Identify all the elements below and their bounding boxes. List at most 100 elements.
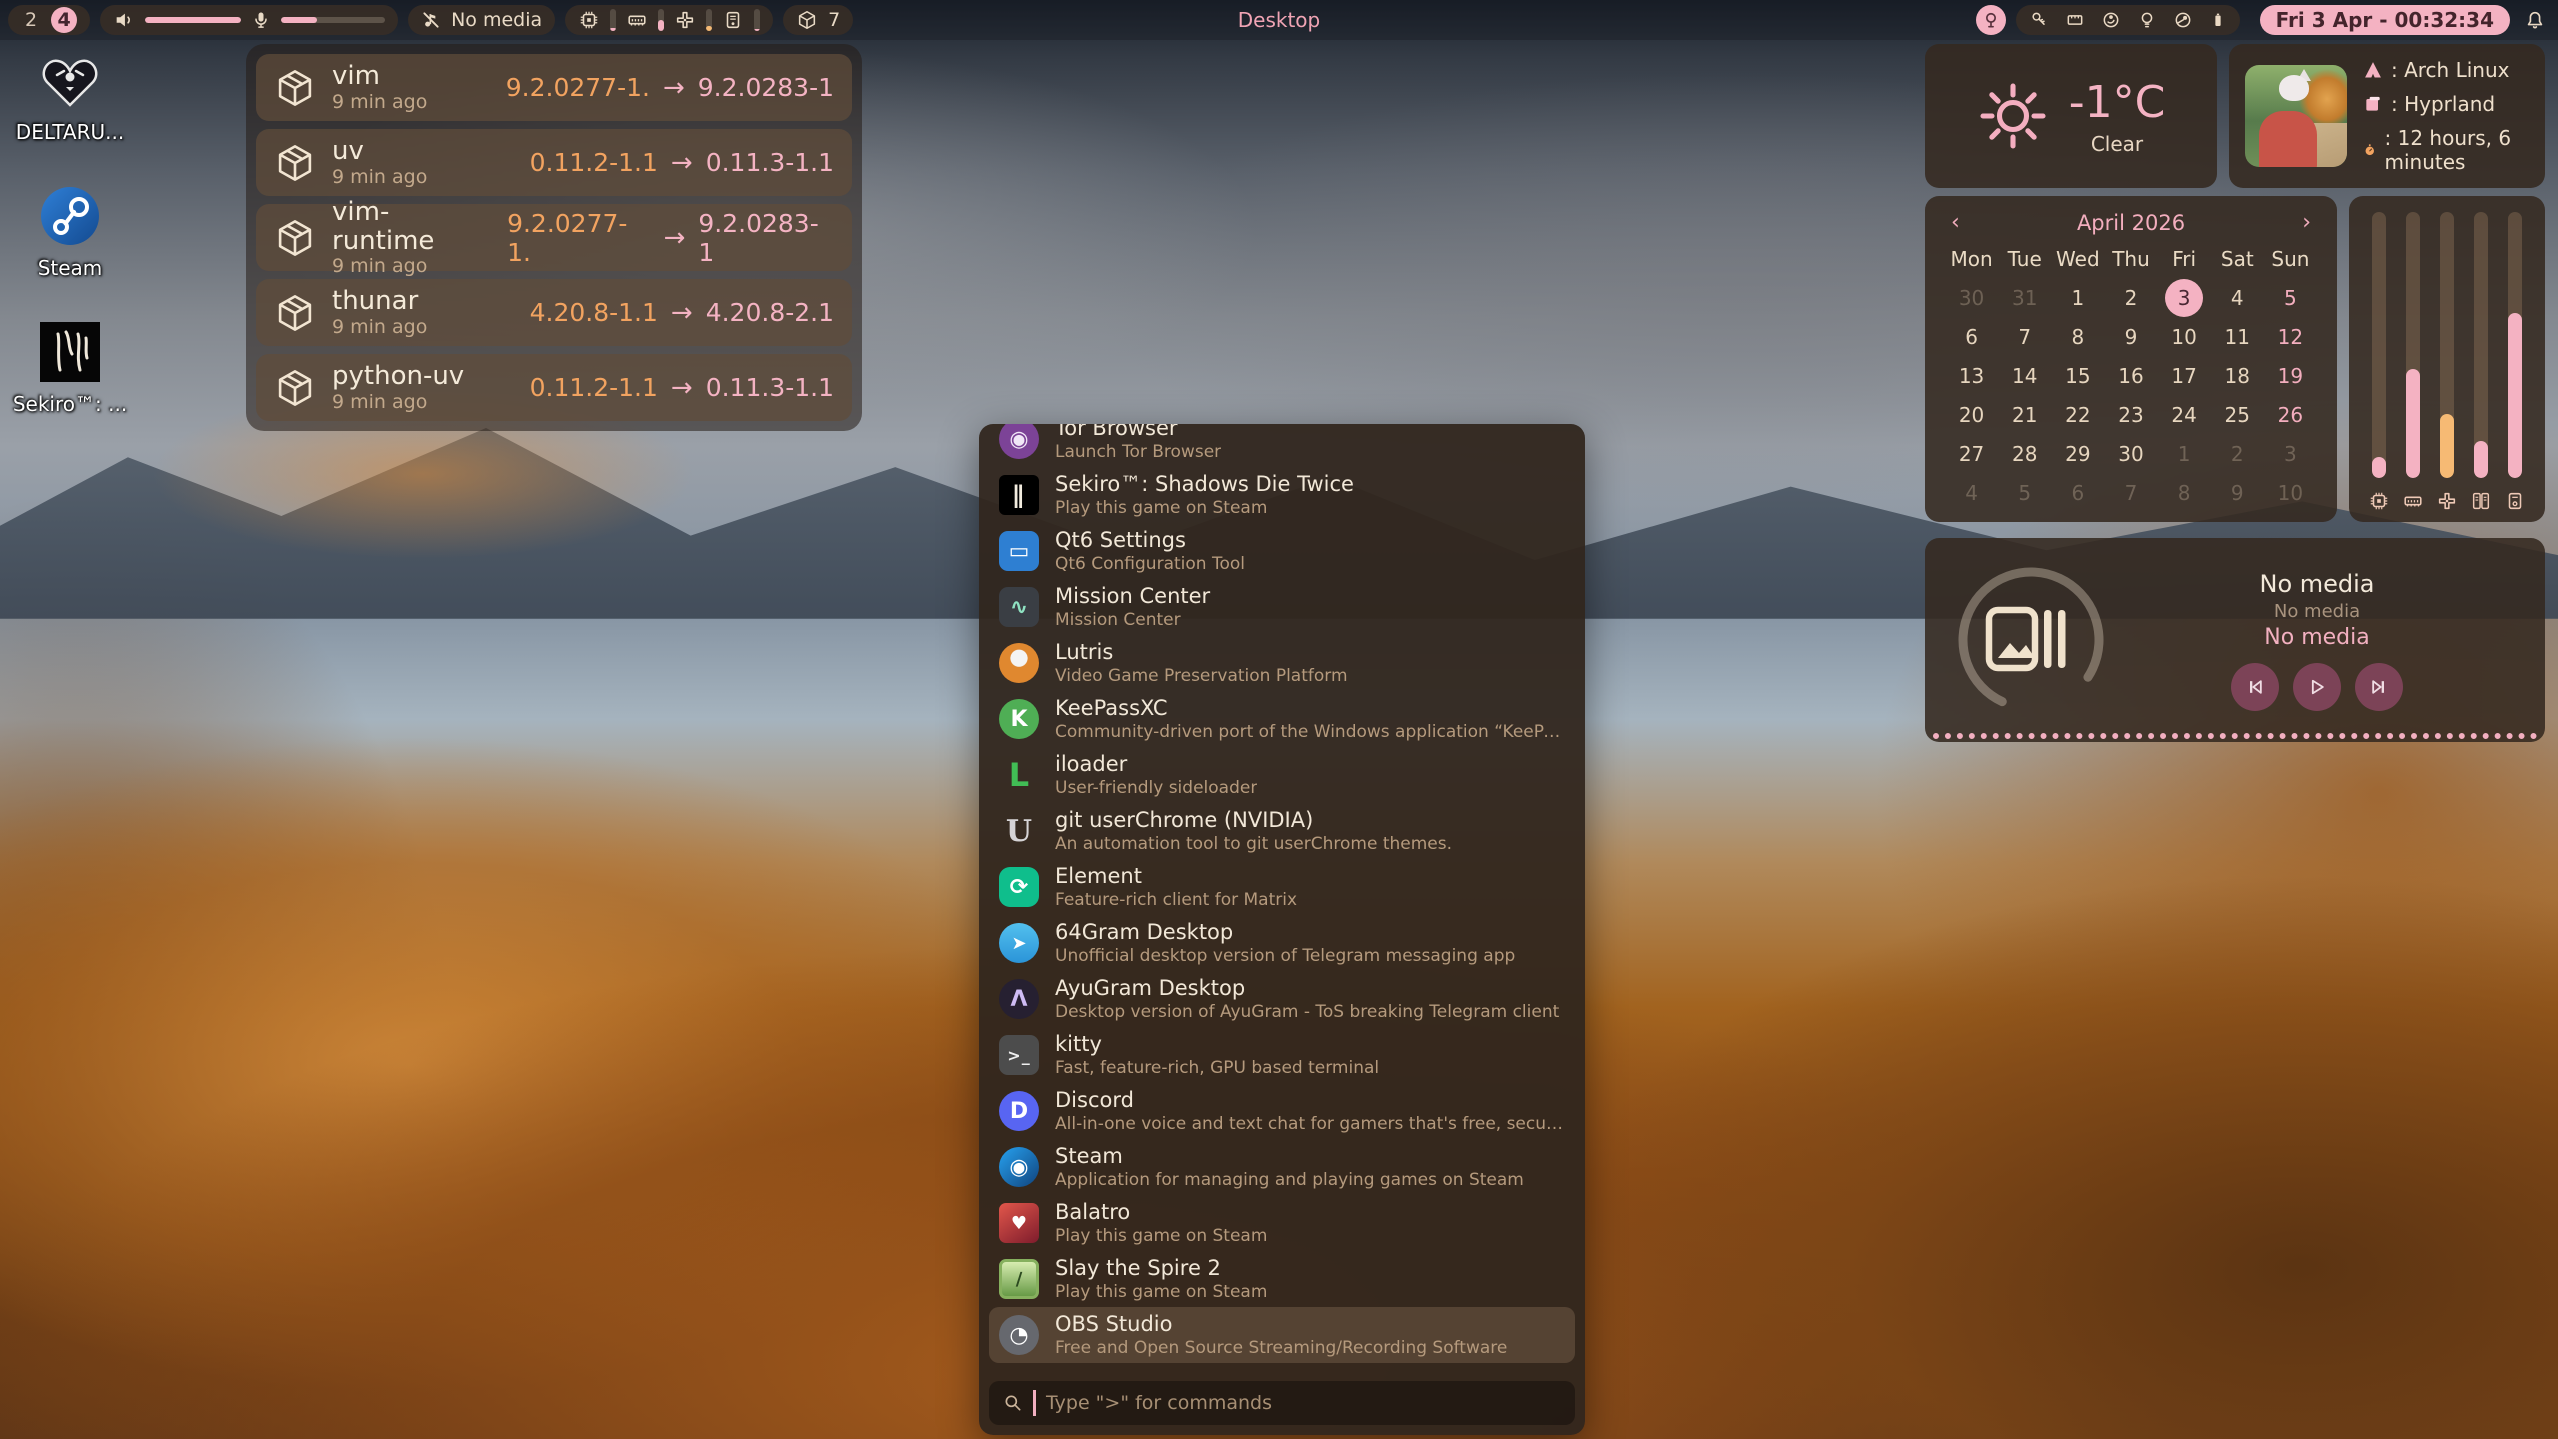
desktop-icon-sekiro[interactable]: Sekiro™: ... [14,320,126,416]
launcher-item[interactable]: ♥ Balatro Play this game on Steam [989,1195,1575,1251]
bell-icon [2524,9,2546,31]
launcher-item[interactable]: ∿ Mission Center Mission Center [989,579,1575,635]
calendar-day[interactable]: 10 [2271,474,2309,512]
launcher-item[interactable]: D Discord All-in-one voice and text chat… [989,1083,1575,1139]
play-button[interactable] [2293,663,2341,711]
calendar-day[interactable]: 31 [2006,279,2044,317]
launcher-item[interactable]: ➤ 64Gram Desktop Unofficial desktop vers… [989,915,1575,971]
calendar-day[interactable]: 5 [2006,474,2044,512]
calendar-day[interactable]: 30 [1953,279,1991,317]
calendar-day[interactable]: 19 [2271,357,2309,395]
launcher-item[interactable]: ∕ Slay the Spire 2 Play this game on Ste… [989,1251,1575,1307]
keepassxc-tray-icon[interactable] [2029,10,2049,30]
next-button[interactable] [2355,663,2403,711]
notifications-button[interactable] [2520,5,2550,35]
calendar-day[interactable]: 3 [2165,279,2203,317]
calendar-day[interactable]: 11 [2218,318,2256,356]
calendar-day[interactable]: 6 [1953,318,1991,356]
workspace-2[interactable]: 2 [21,9,41,31]
update-item[interactable]: thunar 9 min ago 4.20.8-1.1 → 4.20.8-2.1 [256,279,852,346]
launcher-item[interactable]: K KeePassXC Community-driven port of the… [989,691,1575,747]
launcher-search-input[interactable]: Type ">" for commands [989,1381,1575,1425]
media-pill[interactable]: No media [408,5,555,35]
calendar-day[interactable]: 9 [2112,318,2150,356]
launcher-item[interactable]: ◔ OBS Studio Free and Open Source Stream… [989,1307,1575,1363]
launcher-item[interactable]: ⟳ Element Feature-rich client for Matrix [989,859,1575,915]
app-description: An automation tool to git userChrome the… [1055,834,1452,854]
color-picker-button[interactable] [1976,5,2006,35]
launcher-item[interactable]: Λ AyuGram Desktop Desktop version of Ayu… [989,971,1575,1027]
launcher-item[interactable]: >_ kitty Fast, feature-rich, GPU based t… [989,1027,1575,1083]
launcher-item[interactable]: Lutris Video Game Preservation Platform [989,635,1575,691]
desktop-icon-steam[interactable]: Steam [14,184,126,280]
calendar-day[interactable]: 25 [2218,396,2256,434]
update-item[interactable]: python-uv 9 min ago 0.11.2-1.1 → 0.11.3-… [256,354,852,421]
calendar-day[interactable]: 15 [2059,357,2097,395]
launcher-item[interactable]: L iloader User-friendly sideloader [989,747,1575,803]
calendar-day[interactable]: 2 [2218,435,2256,473]
calendar-day[interactable]: 24 [2165,396,2203,434]
calendar-day[interactable]: 1 [2059,279,2097,317]
calendar-day[interactable]: 20 [1953,396,1991,434]
sun-icon [1977,80,2049,152]
volume-slider[interactable] [145,17,241,23]
calendar-day[interactable]: 17 [2165,357,2203,395]
calendar-day[interactable]: 18 [2218,357,2256,395]
old-version: 0.11.2-1.1 [530,373,658,402]
update-item[interactable]: vim 9 min ago 9.2.0277-1. → 9.2.0283-1 [256,54,852,121]
steam-tray-icon[interactable] [2173,10,2193,30]
calendar-day[interactable]: 21 [2006,396,2044,434]
updates-pill[interactable]: 7 [783,5,853,35]
calendar-day[interactable]: 27 [1953,435,1991,473]
calendar-day[interactable]: 4 [1953,474,1991,512]
launcher-item[interactable]: ∥ Sekiro™: Shadows Die Twice Play this g… [989,467,1575,523]
calendar-day[interactable]: 2 [2112,279,2150,317]
update-item[interactable]: vim-runtime 9 min ago 9.2.0277-1. → 9.2.… [256,204,852,271]
app-name: Sekiro™: Shadows Die Twice [1055,472,1354,497]
bulb-tray-icon[interactable] [2137,10,2157,30]
calendar-day[interactable]: 8 [2165,474,2203,512]
old-version: 9.2.0277-1. [506,73,650,102]
desktop-icon-deltarune[interactable]: DELTARU... [14,48,126,144]
workspace-4-active[interactable]: 4 [51,7,77,33]
calendar-day[interactable]: 30 [2112,435,2150,473]
calendar-day[interactable]: 26 [2271,396,2309,434]
calendar-day[interactable]: 3 [2271,435,2309,473]
obs-tray-icon[interactable] [2101,10,2121,30]
battery-icon[interactable] [2209,10,2227,30]
calendar-day[interactable]: 13 [1953,357,1991,395]
package-name: thunar [332,287,427,315]
calendar-day[interactable]: 28 [2006,435,2044,473]
hyprland-icon [2363,94,2383,114]
previous-button[interactable] [2231,663,2279,711]
update-item[interactable]: uv 9 min ago 0.11.2-1.1 → 0.11.3-1.1 [256,129,852,196]
calendar-day[interactable]: 10 [2165,318,2203,356]
launcher-item[interactable]: ◉ Steam Application for managing and pla… [989,1139,1575,1195]
calendar-day[interactable]: 4 [2218,279,2256,317]
tor-browser-icon: ◉ [999,424,1039,459]
calendar-day[interactable]: 16 [2112,357,2150,395]
calendar-day[interactable]: 7 [2112,474,2150,512]
mic-slider[interactable] [281,17,385,23]
calendar-day[interactable]: 12 [2271,318,2309,356]
clock[interactable]: Fri 3 Apr - 00:32:34 [2260,5,2510,35]
calendar-day[interactable]: 29 [2059,435,2097,473]
slay-the-spire-2-icon: ∕ [999,1259,1039,1299]
network-icon[interactable] [2065,10,2085,30]
calendar-day[interactable]: 23 [2112,396,2150,434]
calendar-day[interactable]: 8 [2059,318,2097,356]
launcher-item-text: KeePassXC Community-driven port of the W… [1055,696,1565,741]
calendar-day[interactable]: 9 [2218,474,2256,512]
calendar-prev-button[interactable]: ‹ [1945,210,1966,235]
calendar-day[interactable]: 22 [2059,396,2097,434]
launcher-item-text: iloader User-friendly sideloader [1055,752,1257,797]
calendar-day[interactable]: 6 [2059,474,2097,512]
launcher-item[interactable]: ▭ Qt6 Settings Qt6 Configuration Tool [989,523,1575,579]
calendar-next-button[interactable]: › [2296,210,2317,235]
launcher-item[interactable]: U git userChrome (NVIDIA) An automation … [989,803,1575,859]
calendar-day[interactable]: 7 [2006,318,2044,356]
calendar-day[interactable]: 1 [2165,435,2203,473]
calendar-day[interactable]: 14 [2006,357,2044,395]
launcher-item[interactable]: ◉ Tor Browser Launch Tor Browser [989,424,1575,467]
calendar-day[interactable]: 5 [2271,279,2309,317]
